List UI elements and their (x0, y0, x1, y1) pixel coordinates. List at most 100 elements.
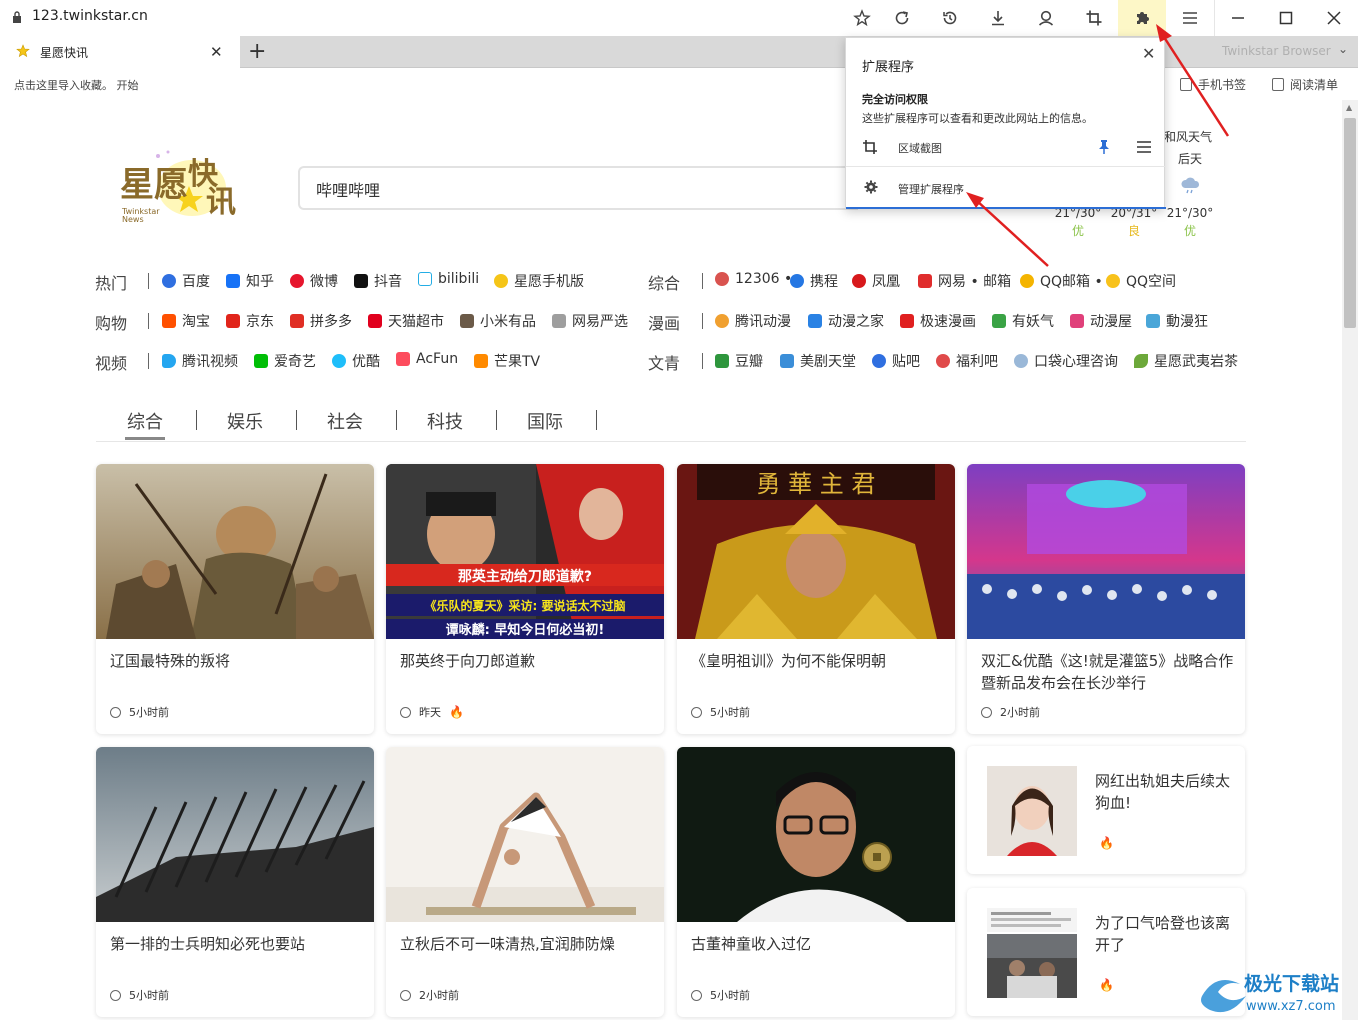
extension-item-region-screenshot[interactable]: 区域截图 (898, 140, 942, 156)
news-thumbnail-harden (987, 908, 1077, 998)
bookmark-import-hint[interactable]: 点击这里导入收藏。 开始 (14, 77, 139, 93)
link-jisu-comics[interactable]: 极速漫画 (900, 311, 976, 331)
tab-strip-background (240, 36, 1358, 68)
crop-screenshot-button[interactable] (1070, 0, 1118, 36)
link-taobao[interactable]: 淘宝 (162, 311, 210, 331)
download-button[interactable] (974, 0, 1022, 36)
manage-extensions-link[interactable]: 管理扩展程序 (898, 181, 964, 197)
link-tencent-video[interactable]: 腾讯视频 (162, 351, 238, 371)
link-twinkstar-mobile[interactable]: 星愿手机版 (494, 271, 584, 291)
news-title: 立秋后不可一味清热,宜润肺防燥 (400, 935, 615, 953)
extensions-button[interactable] (1118, 0, 1166, 36)
twinkstar-news-logo[interactable]: 星愿 快 讯 Twinkstar News (118, 148, 250, 230)
link-163-mail[interactable]: 网易 • 邮箱 (918, 271, 1011, 291)
search-input[interactable]: 哔哩哔哩 (316, 177, 380, 201)
chevron-down-icon[interactable]: ⌄ (1338, 42, 1348, 56)
link-12306[interactable]: 12306 • (715, 271, 792, 287)
link-label: 有妖气 (1012, 314, 1054, 330)
pin-icon[interactable] (1098, 139, 1110, 155)
search-box[interactable] (298, 166, 858, 210)
tencent-video-icon (162, 354, 176, 368)
scrollbar-thumb[interactable] (1344, 118, 1356, 328)
link-mgtv[interactable]: 芒果TV (474, 351, 540, 371)
popup-close-icon[interactable]: ✕ (1142, 44, 1155, 63)
mobile-bookmarks-link[interactable]: 手机书签 (1180, 76, 1246, 93)
link-weibo[interactable]: 微博 (290, 271, 338, 291)
link-acfun[interactable]: AcFun (396, 351, 458, 367)
side-news-card[interactable]: 网红出轨姐夫后续太狗血! 🔥 (967, 746, 1245, 874)
time-label: 5小时前 (129, 989, 169, 1002)
divider (702, 353, 703, 369)
extension-menu-icon[interactable] (1136, 139, 1152, 155)
news-card[interactable]: 双汇&优酷《这!就是灌篮5》战略合作暨新品发布会在长沙举行 2小时前 (967, 464, 1245, 734)
maximize-button[interactable] (1262, 0, 1310, 36)
link-xiaomi-youpin[interactable]: 小米有品 (460, 311, 536, 331)
link-label: 動漫狂 (1166, 314, 1208, 330)
tab-society[interactable]: 社会 (327, 408, 363, 434)
link-netease-yanxuan[interactable]: 网易严选 (552, 311, 628, 331)
news-card[interactable]: 那英主动给刀郎道歉? 《乐队的夏天》采访: 要说话太不过脑 谭咏麟: 早知今日何… (386, 464, 664, 734)
forecast-temp: 21°/30° (1166, 206, 1214, 220)
yanxuan-icon (552, 314, 566, 328)
news-card[interactable]: 辽国最特殊的叛将 5小时前 (96, 464, 374, 734)
link-dmk[interactable]: 動漫狂 (1146, 311, 1208, 331)
link-baidu[interactable]: 百度 (162, 271, 210, 291)
link-youku[interactable]: 优酷 (332, 351, 380, 371)
link-fulibar[interactable]: 福利吧 (936, 351, 998, 371)
minimize-button[interactable] (1214, 0, 1262, 36)
link-iqiyi[interactable]: 爱奇艺 (254, 351, 316, 371)
link-tmall-supermarket[interactable]: 天猫超市 (368, 311, 444, 331)
link-douban[interactable]: 豆瓣 (715, 351, 763, 371)
fulibar-icon (936, 354, 950, 368)
link-pocket-counseling[interactable]: 口袋心理咨询 (1014, 351, 1118, 371)
tab-general[interactable]: 综合 (127, 408, 163, 434)
browser-brand-dropdown[interactable]: Twinkstar Browser (1222, 44, 1331, 58)
link-label: 星愿武夷岩茶 (1154, 354, 1238, 370)
acfun-icon (396, 352, 410, 366)
tab-active[interactable]: 星愿快讯 ✕ (0, 36, 240, 68)
link-douyin[interactable]: 抖音 (354, 271, 402, 291)
tab-entertainment[interactable]: 娱乐 (227, 408, 263, 434)
link-label: 京东 (246, 314, 274, 330)
link-bilibili[interactable]: bilibili (418, 271, 479, 287)
link-dmzj[interactable]: 动漫之家 (808, 311, 884, 331)
link-zhihu[interactable]: 知乎 (226, 271, 274, 291)
link-ctrip[interactable]: 携程 (790, 271, 838, 291)
news-card[interactable]: 第一排的士兵明知必死也要站 5小时前 (96, 747, 374, 1017)
link-dmw[interactable]: 动漫屋 (1070, 311, 1132, 331)
netease-icon (918, 274, 932, 288)
link-tieba[interactable]: 贴吧 (872, 351, 920, 371)
news-card[interactable]: 古董神童收入过亿 5小时前 (677, 747, 955, 1017)
main-menu-button[interactable] (1166, 0, 1214, 36)
scroll-up-arrow-icon[interactable]: ▲ (1346, 103, 1352, 112)
link-label: 美剧天堂 (800, 354, 856, 370)
reading-list-link[interactable]: 阅读清单 (1272, 76, 1338, 93)
news-category-tabs: 综合 娱乐 社会 科技 国际 (96, 400, 1246, 442)
link-u17[interactable]: 有妖气 (992, 311, 1054, 331)
link-jd[interactable]: 京东 (226, 311, 274, 331)
link-qzone[interactable]: QQ空间 (1106, 271, 1176, 291)
link-qq-mail[interactable]: QQ邮箱 • (1020, 271, 1103, 291)
clock-icon (691, 989, 702, 1001)
link-meijutt[interactable]: 美剧天堂 (780, 351, 856, 371)
url-text[interactable]: 123.twinkstar.cn (32, 8, 148, 24)
link-label: QQ邮箱 • (1040, 274, 1103, 290)
close-window-button[interactable] (1310, 0, 1358, 36)
news-title: 辽国最特殊的叛将 (110, 652, 231, 670)
refresh-button[interactable] (878, 0, 926, 36)
jisu-icon (900, 314, 914, 328)
tab-international[interactable]: 国际 (527, 408, 563, 434)
news-card[interactable]: 立秋后不可一味清热,宜润肺防燥 2小时前 (386, 747, 664, 1017)
tab-tech[interactable]: 科技 (427, 408, 463, 434)
history-button[interactable] (926, 0, 974, 36)
account-button[interactable] (1022, 0, 1070, 36)
douyin-icon (354, 274, 368, 288)
link-pinduoduo[interactable]: 拼多多 (290, 311, 352, 331)
link-label: QQ空间 (1126, 274, 1177, 290)
link-tencent-comics[interactable]: 腾讯动漫 (715, 311, 791, 331)
tab-close-icon[interactable]: ✕ (210, 43, 223, 61)
link-wuyi-tea[interactable]: 星愿武夷岩茶 (1134, 351, 1238, 371)
news-card[interactable]: 勇 華 主 君 《皇明祖训》为何不能保明朝 5小时前 (677, 464, 955, 734)
link-ifeng[interactable]: 凤凰 (852, 271, 900, 291)
new-tab-button[interactable]: + (248, 39, 266, 64)
